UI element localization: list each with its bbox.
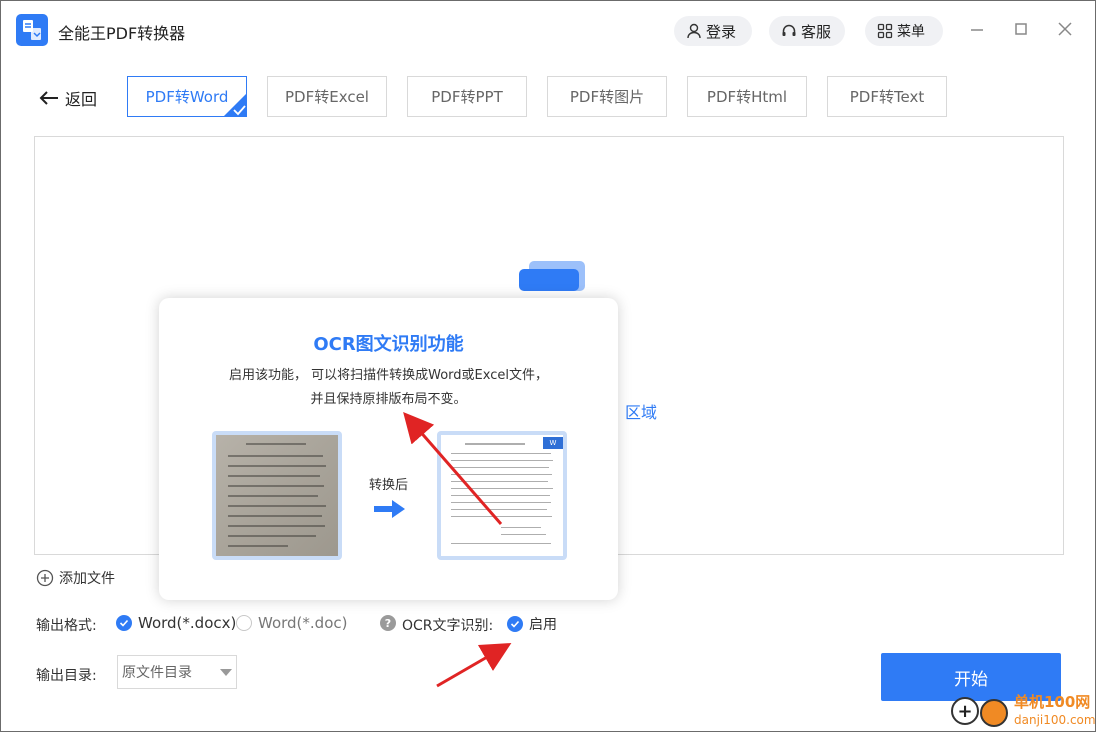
- maximize-icon[interactable]: [1013, 21, 1029, 37]
- convert-after-label: 转换后: [369, 478, 409, 493]
- close-icon[interactable]: [1057, 21, 1073, 37]
- plus-icon: +: [951, 697, 979, 725]
- chevron-down-icon: [220, 669, 232, 676]
- scanned-document-image: [212, 431, 342, 560]
- ocr-enable-label: 启用: [529, 617, 557, 633]
- popup-description-line2: 并且保持原排版布局不变。: [310, 392, 467, 407]
- tab-pdf-to-text[interactable]: PDF转Text: [827, 76, 947, 117]
- tab-pdf-to-html[interactable]: PDF转Html: [687, 76, 807, 117]
- tab-pdf-to-word[interactable]: PDF转Word: [127, 76, 247, 117]
- format-doc-radio[interactable]: Word(*.doc): [236, 614, 347, 632]
- format-doc-label: Word(*.doc): [258, 614, 348, 632]
- unchecked-icon: [236, 615, 252, 631]
- user-icon: [687, 23, 701, 39]
- arrow-right-icon: [374, 500, 405, 518]
- back-label: 返回: [65, 90, 98, 109]
- tab-label: PDF转Html: [706, 88, 788, 106]
- menu-label: 菜单: [897, 24, 925, 40]
- login-button[interactable]: 登录: [674, 16, 752, 46]
- app-logo-icon: [16, 14, 48, 46]
- tab-pdf-to-excel[interactable]: PDF转Excel: [267, 76, 387, 117]
- format-docx-label: Word(*.docx): [138, 614, 237, 632]
- format-docx-radio[interactable]: Word(*.docx): [116, 614, 236, 632]
- arrow-left-icon: [39, 91, 58, 105]
- ocr-feature-popup: OCR图文识别功能 启用该功能， 可以将扫描件转换成Word或Excel文件， …: [159, 298, 618, 600]
- ocr-enable-checkbox[interactable]: 启用: [507, 614, 557, 634]
- tab-label: PDF转Text: [849, 88, 925, 106]
- menu-button[interactable]: 菜单: [865, 16, 943, 46]
- popup-title: OCR图文识别功能: [313, 334, 464, 355]
- minimize-icon[interactable]: [969, 21, 985, 37]
- app-window: 全能王PDF转换器 登录 客服 菜单 返回 PDF转Word PDF转Excel…: [0, 0, 1096, 732]
- output-dir-label: 输出目录:: [36, 668, 97, 684]
- converted-document-image: W: [437, 431, 567, 560]
- add-file-button[interactable]: 添加文件: [36, 568, 115, 588]
- site-watermark: + 单机100网 danji100.com: [946, 691, 1096, 732]
- tab-label: PDF转图片: [569, 88, 645, 106]
- output-dir-select[interactable]: 原文件目录: [117, 655, 237, 689]
- start-label: 开始: [954, 669, 988, 690]
- help-icon[interactable]: ?: [380, 615, 396, 631]
- add-file-label: 添加文件: [59, 571, 115, 587]
- service-label: 客服: [801, 22, 832, 41]
- tab-label: PDF转PPT: [431, 88, 503, 106]
- tab-pdf-to-image[interactable]: PDF转图片: [547, 76, 667, 117]
- back-button[interactable]: 返回: [39, 86, 97, 110]
- customer-service-button[interactable]: 客服: [769, 16, 845, 46]
- word-icon: W: [543, 437, 563, 449]
- tab-pdf-to-ppt[interactable]: PDF转PPT: [407, 76, 527, 117]
- check-corner-icon: [223, 93, 247, 117]
- popup-description-line1: 启用该功能， 可以将扫描件转换成Word或Excel文件，: [229, 368, 548, 383]
- tab-label: PDF转Excel: [285, 88, 369, 106]
- checked-icon: [507, 616, 523, 632]
- login-label: 登录: [706, 22, 737, 41]
- tab-label: PDF转Word: [145, 88, 229, 106]
- app-title: 全能王PDF转换器: [58, 24, 186, 43]
- headset-icon: [782, 24, 796, 36]
- checked-icon: [116, 615, 132, 631]
- plus-circle-icon: [36, 569, 54, 587]
- output-format-label: 输出格式:: [36, 618, 97, 634]
- ocr-label: OCR文字识别:: [402, 618, 494, 634]
- grid-icon: [877, 23, 893, 39]
- drop-hint-text: 区域: [625, 403, 658, 422]
- output-dir-value: 原文件目录: [122, 665, 192, 681]
- annotation-arrow-to-ocr: [436, 642, 512, 688]
- folder-icon: [519, 261, 585, 291]
- title-bar: 全能王PDF转换器 登录 客服 菜单: [1, 1, 1095, 59]
